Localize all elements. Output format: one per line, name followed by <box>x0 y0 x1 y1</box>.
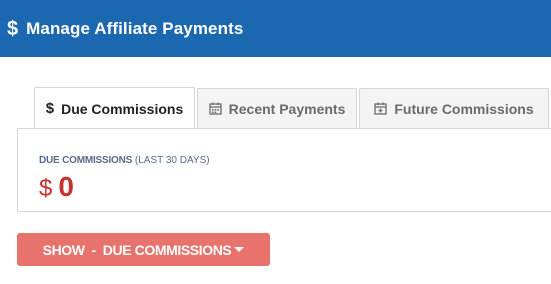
dollar-icon: $ <box>7 17 19 40</box>
due-commissions-label: Due Commissions (LAST 30 DAYS) <box>39 155 210 166</box>
tab-bar: $ Due Commissions Recent Payments Future… <box>34 87 551 129</box>
tab-due-commissions[interactable]: $ Due Commissions <box>34 87 195 129</box>
label-title: Due Commissions <box>39 155 133 166</box>
tab-label: Recent Payments <box>228 100 346 117</box>
due-amount: $ 0 <box>39 171 74 203</box>
amount-value: 0 <box>58 171 74 202</box>
page-header: $ Manage Affiliate Payments <box>0 0 551 57</box>
dollar-icon: $ <box>45 100 55 117</box>
calendar-icon <box>208 102 222 115</box>
caret-down-icon <box>234 247 245 252</box>
calendar-plus-icon <box>374 102 388 115</box>
label-period: (LAST 30 DAYS) <box>134 155 210 166</box>
tab-label: Future Commissions <box>394 100 534 117</box>
show-due-commissions-button[interactable]: SHOW - DUE COMMISSIONS <box>17 233 270 266</box>
tab-recent-payments[interactable]: Recent Payments <box>197 88 357 128</box>
page-title: Manage Affiliate Payments <box>26 18 244 38</box>
due-commissions-panel: Due Commissions (LAST 30 DAYS) $ 0 <box>17 128 551 212</box>
currency-symbol: $ <box>39 175 53 202</box>
tab-future-commissions[interactable]: Future Commissions <box>359 88 549 128</box>
tab-label: Due Commissions <box>61 100 184 117</box>
button-label: SHOW - DUE COMMISSIONS <box>42 241 232 258</box>
